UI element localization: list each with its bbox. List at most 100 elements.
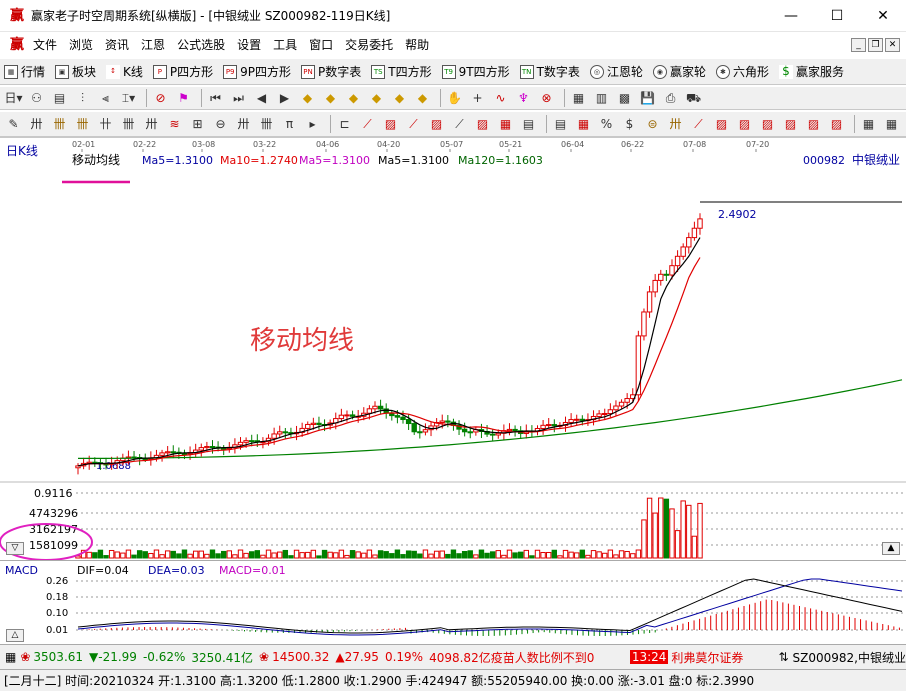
list-icon[interactable]: ▤ [551, 115, 570, 133]
collapse-up-button[interactable]: △ [6, 629, 24, 642]
truck-icon[interactable]: ⛟ [684, 89, 703, 107]
menu-browse[interactable]: 浏览 [63, 33, 99, 57]
circle-tool-icon[interactable]: ⊜ [643, 115, 662, 133]
save-icon[interactable]: 💾 [638, 89, 657, 107]
gann-tool-9[interactable]: ⊖ [211, 115, 230, 133]
percent-icon[interactable]: % [597, 115, 616, 133]
p-table-button[interactable]: PN P数字表 [301, 63, 361, 80]
hexagon-button[interactable]: ✱ 六角形 [715, 63, 769, 80]
fan-icon-7[interactable]: ▦ [496, 115, 515, 133]
diamond-icon-5[interactable]: ◆ [390, 89, 409, 107]
prev-icon[interactable]: ◀ [252, 89, 271, 107]
tool-icon-7[interactable]: ⊗ [537, 89, 556, 107]
flag-icon[interactable]: ⚑ [174, 89, 193, 107]
first-icon[interactable]: ⏮ [206, 89, 225, 107]
layout-icon-2[interactable]: ▦ [882, 115, 901, 133]
calendar-icon[interactable]: ▦ [569, 89, 588, 107]
lines-tool-icon-2[interactable]: ⟋ [689, 115, 708, 133]
tool-icon-5[interactable]: ⊘ [151, 89, 170, 107]
gann-tool-11[interactable]: 卌 [257, 115, 276, 133]
diamond-icon-1[interactable]: ◆ [298, 89, 317, 107]
scroll-right-button[interactable]: ▲ [882, 542, 900, 555]
lines-tool-icon-7[interactable]: ▨ [804, 115, 823, 133]
lines-tool-icon-8[interactable]: ▨ [827, 115, 846, 133]
gann-tool-7[interactable]: ≋ [165, 115, 184, 133]
kline-chart-pane[interactable]: 日K线 02-01 02-22 03-08 03-22 04-06 04-20 05-07 0… [0, 137, 906, 561]
menu-trade[interactable]: 交易委托 [339, 33, 399, 57]
wave-icon[interactable]: ∿ [491, 89, 510, 107]
gann-tool-2[interactable]: 卌 [50, 115, 69, 133]
fan-icon-6[interactable]: ▨ [473, 115, 492, 133]
winner-service-button[interactable]: $ 赢家服务 [778, 63, 844, 80]
diamond-icon-2[interactable]: ◆ [321, 89, 340, 107]
table-icon[interactable]: ▥ [592, 89, 611, 107]
lines-tool-icon-1[interactable]: 卅 [666, 115, 685, 133]
mdi-close-button[interactable]: ✕ [885, 38, 900, 52]
grid-status-icon[interactable]: ▦ [5, 650, 16, 664]
menu-formula[interactable]: 公式选股 [171, 33, 231, 57]
fan-icon-3[interactable]: ⟋ [404, 115, 423, 133]
diamond-icon-4[interactable]: ◆ [367, 89, 386, 107]
fan-icon-4[interactable]: ▨ [427, 115, 446, 133]
fan-icon-5[interactable]: ⟋ [450, 115, 469, 133]
mdi-minimize-button[interactable]: _ [851, 38, 866, 52]
crosshair-icon[interactable]: + [468, 89, 487, 107]
macd-chart[interactable]: MACD DIF=0.04 DEA=0.03 MACD=0.01 0.26 0.… [0, 561, 906, 645]
close-button[interactable]: ✕ [860, 0, 906, 32]
lines-tool-icon-4[interactable]: ▨ [735, 115, 754, 133]
lines-tool-icon-3[interactable]: ▨ [712, 115, 731, 133]
pencil-icon[interactable]: ✎ [4, 115, 23, 133]
menu-gann[interactable]: 江恩 [135, 33, 171, 57]
period-select[interactable]: 日▾ [4, 89, 23, 107]
gann-tool-10[interactable]: 卅 [234, 115, 253, 133]
kline-button[interactable]: ↕ K线 [106, 63, 143, 80]
gann-wheel-button[interactable]: ◎ 江恩轮 [589, 63, 643, 80]
p-square-button[interactable]: P P四方形 [152, 63, 213, 80]
collapse-down-button[interactable]: ▽ [6, 542, 24, 555]
menu-file[interactable]: 文件 [27, 33, 63, 57]
kline-chart[interactable]: 日K线 02-01 02-22 03-08 03-22 04-06 04-20 05-07 0… [0, 138, 906, 561]
gann-tool-8[interactable]: ⊞ [188, 115, 207, 133]
calculator-icon[interactable]: ▩ [615, 89, 634, 107]
next-icon[interactable]: ▶ [275, 89, 294, 107]
9p-square-button[interactable]: P9 9P四方形 [223, 63, 291, 80]
9t-square-button[interactable]: T9 9T四方形 [441, 63, 510, 80]
gann-tool-1[interactable]: 卅 [27, 115, 46, 133]
gann-tool-4[interactable]: 卄 [96, 115, 115, 133]
mdi-restore-button[interactable]: ❐ [868, 38, 883, 52]
tool-icon-1[interactable]: ⚇ [27, 89, 46, 107]
macd-pane[interactable]: MACD DIF=0.04 DEA=0.03 MACD=0.01 0.26 0.… [0, 560, 906, 644]
hand-icon[interactable]: ✋ [445, 89, 464, 107]
menu-info[interactable]: 资讯 [99, 33, 135, 57]
tool-icon-2[interactable]: ▤ [50, 89, 69, 107]
menu-help[interactable]: 帮助 [399, 33, 435, 57]
gann-tool-12[interactable]: π [280, 115, 299, 133]
lines-tool-icon-5[interactable]: ▨ [758, 115, 777, 133]
t-square-button[interactable]: TS T四方形 [371, 63, 432, 80]
minimize-button[interactable]: — [768, 0, 814, 32]
fan-icon-8[interactable]: ▤ [519, 115, 538, 133]
print-icon[interactable]: ⎙ [661, 89, 680, 107]
layout-icon-1[interactable]: ▦ [859, 115, 878, 133]
tool-icon-6[interactable]: ♆ [514, 89, 533, 107]
fan-icon-1[interactable]: ⟋ [358, 115, 377, 133]
dollar-tool-icon[interactable]: $ [620, 115, 639, 133]
menu-tools[interactable]: 工具 [267, 33, 303, 57]
sector-button[interactable]: ▣ 板块 [55, 63, 96, 80]
t-table-button[interactable]: TN T数字表 [519, 63, 580, 80]
tool-icon-4[interactable]: ⫷ [96, 89, 115, 107]
diamond-icon-6[interactable]: ◆ [413, 89, 432, 107]
broker-name[interactable]: 利弗莫尔证券 [671, 649, 774, 666]
gann-tool-14[interactable]: ⊏ [335, 115, 354, 133]
gann-tool-3[interactable]: 卌 [73, 115, 92, 133]
menu-window[interactable]: 窗口 [303, 33, 339, 57]
diamond-icon-3[interactable]: ◆ [344, 89, 363, 107]
gann-tool-5[interactable]: 卌 [119, 115, 138, 133]
winner-wheel-button[interactable]: ◉ 赢家轮 [652, 63, 706, 80]
news-ticker[interactable]: 疫苗人数比例不到0 [491, 649, 627, 666]
candle-type-icon[interactable]: ⌶▾ [119, 89, 138, 107]
lines-tool-icon-6[interactable]: ▨ [781, 115, 800, 133]
last-icon[interactable]: ⏭ [229, 89, 248, 107]
gann-tool-13[interactable]: ▸ [303, 115, 322, 133]
tool-icon-3[interactable]: ⫶ [73, 89, 92, 107]
